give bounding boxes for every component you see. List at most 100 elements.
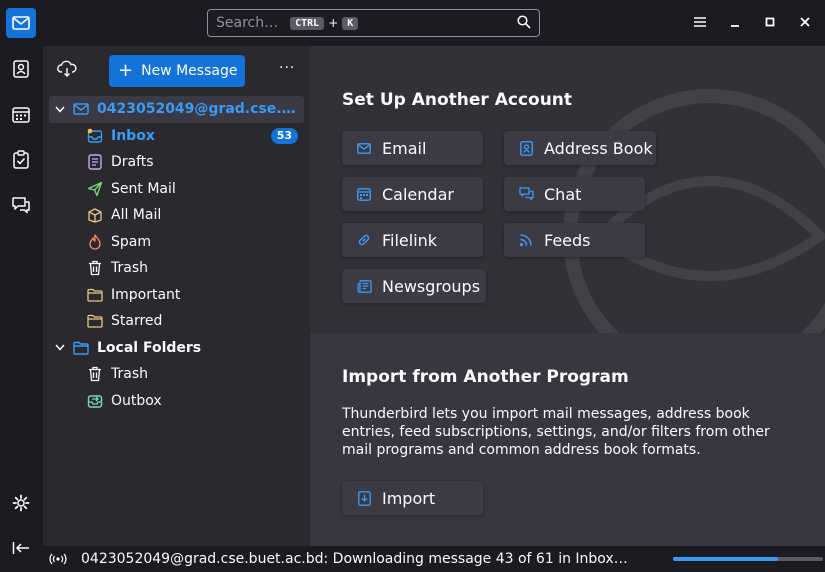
folder-starred[interactable]: Starred (43, 308, 310, 335)
folder-pane: + New Message ··· 0423052049@grad.cse.bu… (43, 46, 310, 546)
mail-space-button[interactable] (6, 8, 36, 38)
setup-chat-button[interactable]: Chat (504, 177, 645, 211)
online-status-icon[interactable] (49, 553, 67, 565)
search-input[interactable]: Search… CTRL + K (207, 9, 540, 37)
folder-tree: 0423052049@grad.cse.buet.ac.bd Inbox 53 … (43, 96, 310, 414)
collapse-icon (12, 542, 29, 554)
setup-calendar-label: Calendar (382, 184, 454, 204)
maximize-icon (765, 17, 775, 27)
setup-newsgroups-button[interactable]: Newsgroups (342, 269, 486, 303)
spaces-toolbar (0, 0, 43, 572)
trash-icon (87, 260, 103, 276)
sent-icon (87, 181, 103, 197)
folder-important[interactable]: Important (43, 282, 310, 309)
status-bar: 0423052049@grad.cse.buet.ac.bd: Download… (43, 546, 825, 572)
setup-newsgroups-label: Newsgroups (382, 276, 481, 296)
chevron-down-icon[interactable] (55, 344, 69, 351)
progress-fill (673, 557, 778, 561)
collapse-spaces-button[interactable] (6, 533, 36, 563)
folder-label: Trash (111, 260, 148, 277)
setup-section: Set Up Another Account Email Address Boo… (310, 46, 825, 333)
link-icon (356, 232, 372, 248)
setup-filelink-button[interactable]: Filelink (342, 223, 483, 257)
settings-button[interactable] (6, 488, 36, 518)
setup-filelink-label: Filelink (382, 230, 438, 250)
setup-chat-label: Chat (544, 184, 582, 204)
outbox-icon (87, 393, 103, 409)
drafts-icon (87, 154, 103, 170)
folder-pane-options-button[interactable]: ··· (279, 60, 295, 76)
setup-address-book-button[interactable]: Address Book (504, 131, 656, 165)
folder-outbox[interactable]: Outbox (43, 388, 310, 415)
folder-label: Starred (111, 313, 163, 330)
tasks-space-button[interactable] (6, 144, 36, 174)
chevron-down-icon[interactable] (55, 106, 69, 113)
setup-calendar-button[interactable]: Calendar (342, 177, 483, 211)
setup-feeds-button[interactable]: Feeds (504, 223, 645, 257)
tasks-icon (13, 149, 29, 169)
folder-sent[interactable]: Sent Mail (43, 176, 310, 203)
import-button-label: Import (382, 488, 436, 508)
local-folders-label: Local Folders (97, 339, 202, 356)
local-folder-icon (73, 340, 89, 356)
gear-icon (12, 494, 30, 512)
plus-icon: + (118, 60, 134, 81)
setup-email-label: Email (382, 138, 427, 158)
calendar-icon (356, 186, 372, 202)
folder-label: All Mail (111, 207, 162, 224)
import-icon (356, 490, 372, 506)
cloud-download-icon (57, 60, 77, 77)
account-row[interactable]: 0423052049@grad.cse.buet.ac.bd (49, 96, 304, 123)
minimize-icon (731, 25, 739, 27)
new-message-label: New Message (141, 63, 238, 79)
folder-label: Spam (111, 233, 151, 250)
rss-icon (518, 232, 534, 248)
address-book-icon (13, 60, 29, 78)
app-menu-button[interactable] (690, 12, 710, 32)
folder-label: Inbox (111, 127, 155, 144)
unread-count-badge: 53 (270, 127, 298, 144)
account-mail-icon (73, 101, 89, 117)
folder-trash[interactable]: Trash (43, 255, 310, 282)
setup-feeds-label: Feeds (544, 230, 591, 250)
trash-icon (87, 366, 103, 382)
import-title: Import from Another Program (342, 367, 629, 387)
setup-address-book-label: Address Book (544, 138, 653, 158)
setup-title: Set Up Another Account (342, 90, 573, 110)
maximize-button[interactable] (760, 12, 780, 32)
spam-icon (87, 234, 103, 250)
folder-label: Important (111, 286, 181, 303)
search-placeholder: Search… (216, 15, 279, 31)
account-central: Set Up Another Account Email Address Boo… (310, 46, 825, 546)
download-progress-bar (673, 557, 823, 561)
folder-label: Trash (111, 366, 148, 383)
mail-icon (356, 140, 372, 156)
archive-icon (87, 207, 103, 223)
folder-icon (87, 287, 103, 303)
folder-inbox[interactable]: Inbox 53 (43, 123, 310, 150)
local-folders-row[interactable]: Local Folders (49, 335, 304, 362)
close-button[interactable] (795, 12, 815, 32)
minimize-button[interactable] (725, 12, 745, 32)
account-label: 0423052049@grad.cse.buet.ac.bd (97, 101, 303, 118)
folder-drafts[interactable]: Drafts (43, 149, 310, 176)
import-button[interactable]: Import (342, 481, 483, 515)
folder-pane-header: + New Message ··· (43, 46, 310, 96)
folder-spam[interactable]: Spam (43, 229, 310, 256)
inbox-icon (87, 128, 103, 144)
address-book-space-button[interactable] (6, 54, 36, 84)
setup-email-button[interactable]: Email (342, 131, 483, 165)
import-description: Thunderbird lets you import mail message… (342, 406, 770, 458)
folder-label: Drafts (111, 154, 154, 171)
get-messages-button[interactable] (57, 60, 77, 82)
calendar-space-button[interactable] (6, 100, 36, 130)
folder-all-mail[interactable]: All Mail (43, 202, 310, 229)
search-icon (517, 15, 531, 33)
folder-local-trash[interactable]: Trash (43, 361, 310, 388)
folder-icon (87, 313, 103, 329)
hamburger-icon (694, 17, 706, 27)
new-message-button[interactable]: + New Message (109, 55, 245, 87)
chat-space-button[interactable] (6, 190, 36, 220)
calendar-icon (12, 107, 30, 123)
plus-key-hint: + (328, 16, 339, 30)
